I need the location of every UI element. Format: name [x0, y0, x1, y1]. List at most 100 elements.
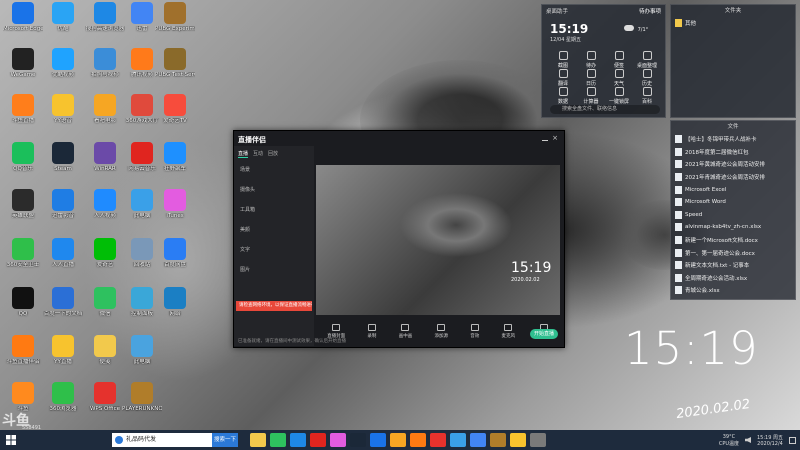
file-item[interactable]: 2021年黄城奇迹公会周活动安排 — [671, 158, 795, 171]
desktop-icon[interactable]: 微信 — [85, 285, 125, 331]
app-tab[interactable]: 互动 — [253, 150, 263, 158]
desktop-icon[interactable]: 百度一下的文档 — [43, 285, 83, 331]
desktop-icon[interactable]: WeGame — [3, 46, 43, 92]
file-item[interactable]: alvinmap-ksb4tv_zh-cn.xlsx — [671, 221, 795, 234]
file-item[interactable]: 2021年青城奇迹公会周活动安排 — [671, 171, 795, 184]
tool-screenshot[interactable]: 截图 — [552, 51, 574, 69]
tool-calendar[interactable]: 日历 — [580, 69, 602, 87]
qq-taskbar-icon[interactable] — [290, 433, 306, 447]
desktop-icon[interactable]: 迅雷影音 — [43, 187, 83, 233]
app-toolbar-button[interactable]: 录制 — [367, 323, 376, 339]
start-button[interactable] — [0, 430, 22, 450]
app-tab[interactable]: 直播 — [238, 150, 249, 158]
file-item[interactable]: 2018年度第二届微信红包 — [671, 146, 795, 159]
volume-icon[interactable] — [745, 437, 751, 443]
desktop-icon[interactable]: PUBG Experimental — [155, 0, 195, 46]
file-item[interactable]: Speed — [671, 209, 795, 222]
edge-taskbar-icon[interactable] — [370, 433, 386, 447]
desktop-icon[interactable]: PUBG Test Server — [155, 46, 195, 92]
douyu-taskbar-icon[interactable] — [410, 433, 426, 447]
tool-lock[interactable]: 一键锁屏 — [608, 87, 630, 105]
desktop-icon[interactable]: 优酷 — [43, 0, 83, 46]
app-tab[interactable]: 回放 — [268, 150, 278, 158]
desktop-icon[interactable]: 人人视频 — [85, 187, 125, 233]
app-toolbar-button[interactable]: 音效 — [470, 323, 479, 339]
file-item[interactable]: Microsoft Word — [671, 196, 795, 209]
desktop-icon[interactable]: QQ音乐 — [3, 140, 43, 186]
desktop-icon[interactable]: 英雄联盟 — [3, 187, 43, 233]
desktop-icon[interactable]: 狂野飙车 — [155, 140, 195, 186]
app-sidebar-item[interactable]: 摄像头 — [240, 186, 255, 193]
desktop-icon[interactable]: Steam — [43, 140, 83, 186]
desktop-icon[interactable]: 拍照与视频 — [85, 46, 125, 92]
desktop-icon[interactable]: YY直播 — [43, 333, 83, 379]
desktop-icon[interactable]: Microsoft Edge — [3, 0, 43, 46]
desktop-icon[interactable]: 看吧电影 — [85, 92, 125, 138]
tool-todo[interactable]: 待办 — [580, 51, 602, 69]
desktop-icon[interactable]: 人人直播 — [43, 236, 83, 282]
app-sidebar-item[interactable]: 美颜 — [240, 226, 250, 233]
netease-taskbar-icon[interactable] — [310, 433, 326, 447]
music-taskbar-icon[interactable] — [330, 433, 346, 447]
app-sidebar-item[interactable]: 图片 — [240, 266, 250, 273]
taskbar-search-button[interactable]: 搜索一下 — [212, 433, 238, 447]
steam-taskbar-icon[interactable] — [350, 433, 366, 447]
desktop-icon[interactable]: 此电脑 — [122, 333, 162, 379]
tool-calculator[interactable]: 计算器 — [580, 87, 602, 105]
pubg-taskbar-icon[interactable] — [490, 433, 506, 447]
desktop-icon[interactable]: 优酷视频 — [43, 46, 83, 92]
taskbar-search-input[interactable]: 礼品码代发 — [112, 433, 212, 447]
folder-item[interactable]: 其他 — [671, 17, 795, 30]
file-item[interactable]: 新建文本文档.txt - 记事本 — [671, 259, 795, 272]
desktop-icon[interactable]: iTunes — [155, 187, 195, 233]
cpu-temp[interactable]: 39°C CPU温度 — [719, 434, 739, 447]
tool-translate[interactable]: 翻译 — [552, 69, 574, 87]
desktop-icon[interactable]: 搜狗高速浏览器 — [85, 0, 125, 46]
file-item[interactable]: 【哈士】冬锦甲带兵人战补卡 — [671, 133, 795, 146]
file-item[interactable]: 新建一个Microsoft文档.docx — [671, 234, 795, 247]
file-item[interactable]: Microsoft Excel — [671, 183, 795, 196]
app-sidebar-item[interactable]: 工具箱 — [240, 206, 255, 213]
thunder-taskbar-icon[interactable] — [470, 433, 486, 447]
app-toolbar-button[interactable]: 画中画 — [399, 323, 412, 339]
file-item[interactable]: 全周期奇迹公会活动.xlsx — [671, 272, 795, 285]
tool-organize[interactable]: 桌面整理 — [636, 51, 658, 69]
tool-note[interactable]: 便签 — [608, 51, 630, 69]
weather-widget[interactable]: 7/1° — [624, 25, 648, 33]
tool-wiki[interactable]: 百科 — [636, 87, 658, 105]
taskbar-clock[interactable]: 15:19 周五 2020/12/4 — [757, 434, 783, 447]
game-taskbar-icon[interactable] — [390, 433, 406, 447]
file-item[interactable]: 第一、第一届奇迹公会.docx — [671, 246, 795, 259]
desktop-icon[interactable]: 360浏览器 — [43, 380, 83, 426]
tool-history[interactable]: 历史 — [636, 69, 658, 87]
desktop-icon[interactable]: 爱奇艺TV — [155, 92, 195, 138]
settings-taskbar-icon[interactable] — [530, 433, 546, 447]
tool-weather[interactable]: 天气 — [608, 69, 630, 87]
wechat-taskbar-icon[interactable] — [270, 433, 286, 447]
file-explorer-icon[interactable] — [250, 433, 266, 447]
desktop-icon[interactable]: 便笺 — [85, 333, 125, 379]
todo-tab[interactable]: 待办事项 — [639, 7, 661, 15]
start-live-button[interactable]: 开始直播 — [530, 329, 558, 339]
app-sidebar-item[interactable]: 场景 — [240, 166, 250, 173]
yy-taskbar-icon[interactable] — [510, 433, 526, 447]
minimize-icon[interactable] — [542, 135, 549, 141]
file-item[interactable]: 青城公会.xlsx — [671, 284, 795, 297]
desktop-icon[interactable]: 网络 — [155, 285, 195, 331]
desktop-icon[interactable]: WinRAR — [85, 140, 125, 186]
close-icon[interactable]: × — [552, 135, 558, 142]
stream-preview[interactable]: 15:19 2020.02.02 — [316, 165, 560, 315]
app-toolbar-button[interactable]: 直播封面 — [327, 323, 345, 339]
notification-icon[interactable] — [789, 436, 796, 444]
wps-taskbar-icon[interactable] — [430, 433, 446, 447]
assistant-search-input[interactable]: 搜索全盘文件、联络信息 — [550, 105, 660, 114]
desktop-icon[interactable]: PLAYERUNKNOWN'S BATTLEGROUNDS — [122, 380, 162, 426]
desktop-icon[interactable]: YY语音 — [43, 92, 83, 138]
app-toolbar-button[interactable]: 添加源 — [434, 323, 448, 339]
desktop-icon[interactable]: 爱奇艺 — [85, 236, 125, 282]
app-toolbar-button[interactable]: 麦克风 — [502, 323, 515, 339]
desktop-icon[interactable]: QQ — [3, 285, 43, 331]
desktop-icon[interactable]: 斗鱼直播伴侣 — [3, 333, 43, 379]
live-notice-banner[interactable]: 请检查网络环境，以保证直播流畅进行，建议使用有线网络 — [236, 301, 312, 311]
desktop-icon[interactable]: 斗鱼直播 — [3, 92, 43, 138]
